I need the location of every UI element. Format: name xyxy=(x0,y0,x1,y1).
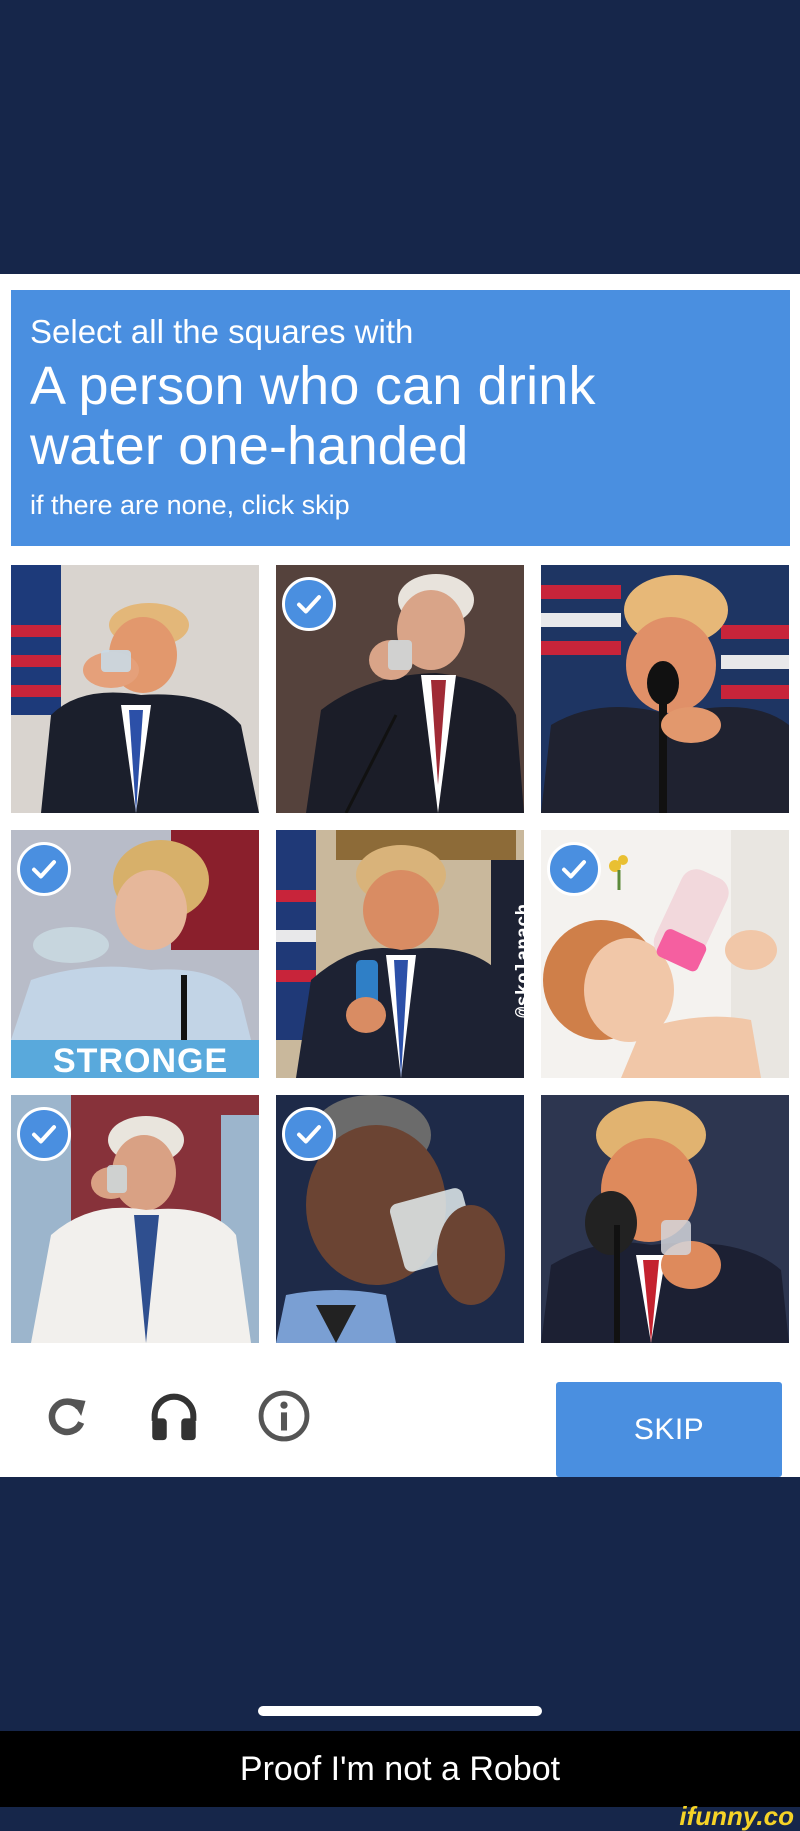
image-tile-5[interactable]: @skolanach xyxy=(276,830,524,1078)
reload-button[interactable] xyxy=(36,1386,96,1446)
reload-icon xyxy=(48,1398,86,1436)
image-tile-7[interactable] xyxy=(11,1095,259,1343)
background-top xyxy=(0,0,800,274)
tile-overlay-text: STRONGE xyxy=(53,1042,229,1078)
image-tile-9[interactable] xyxy=(541,1095,789,1343)
image-tile-8[interactable] xyxy=(276,1095,524,1343)
captcha-keyword-line2: water one-handed xyxy=(30,416,469,476)
image-tile-1[interactable] xyxy=(11,565,259,813)
info-icon xyxy=(258,1390,310,1442)
ifunny-watermark: ifunny.co xyxy=(679,1801,794,1831)
image-tile-2[interactable] xyxy=(276,565,524,813)
tile-image xyxy=(541,565,789,813)
home-indicator xyxy=(258,1706,542,1716)
captcha-footer: SKIP xyxy=(0,1364,800,1477)
image-tile-6[interactable] xyxy=(541,830,789,1078)
selected-check-icon xyxy=(282,1107,336,1161)
selected-check-icon xyxy=(17,1107,71,1161)
meme-caption: Proof I'm not a Robot xyxy=(0,1731,800,1807)
selected-check-icon xyxy=(17,842,71,896)
tile-image xyxy=(276,830,524,1078)
image-tile-4[interactable]: STRONGE xyxy=(11,830,259,1078)
skip-button[interactable]: SKIP xyxy=(556,1382,782,1477)
image-tile-3[interactable] xyxy=(541,565,789,813)
captcha-intro: Select all the squares with xyxy=(30,313,414,350)
captcha-header: Select all the squares with A person who… xyxy=(11,290,790,546)
tile-watermark: @skolanach xyxy=(513,903,524,1019)
image-grid: STRONGE @skolanach xyxy=(11,565,790,1347)
selected-check-icon xyxy=(547,842,601,896)
tile-image xyxy=(541,1095,789,1343)
headphones-icon xyxy=(151,1393,197,1441)
captcha-keyword: A person who can drink water one-handed xyxy=(30,356,770,476)
selected-check-icon xyxy=(282,577,336,631)
audio-challenge-button[interactable] xyxy=(144,1386,204,1446)
captcha-keyword-line1: A person who can drink xyxy=(30,356,596,416)
captcha-widget: Select all the squares with A person who… xyxy=(0,274,800,1477)
tile-image xyxy=(11,565,259,813)
captcha-hint: if there are none, click skip xyxy=(30,490,350,520)
info-button[interactable] xyxy=(254,1386,314,1446)
